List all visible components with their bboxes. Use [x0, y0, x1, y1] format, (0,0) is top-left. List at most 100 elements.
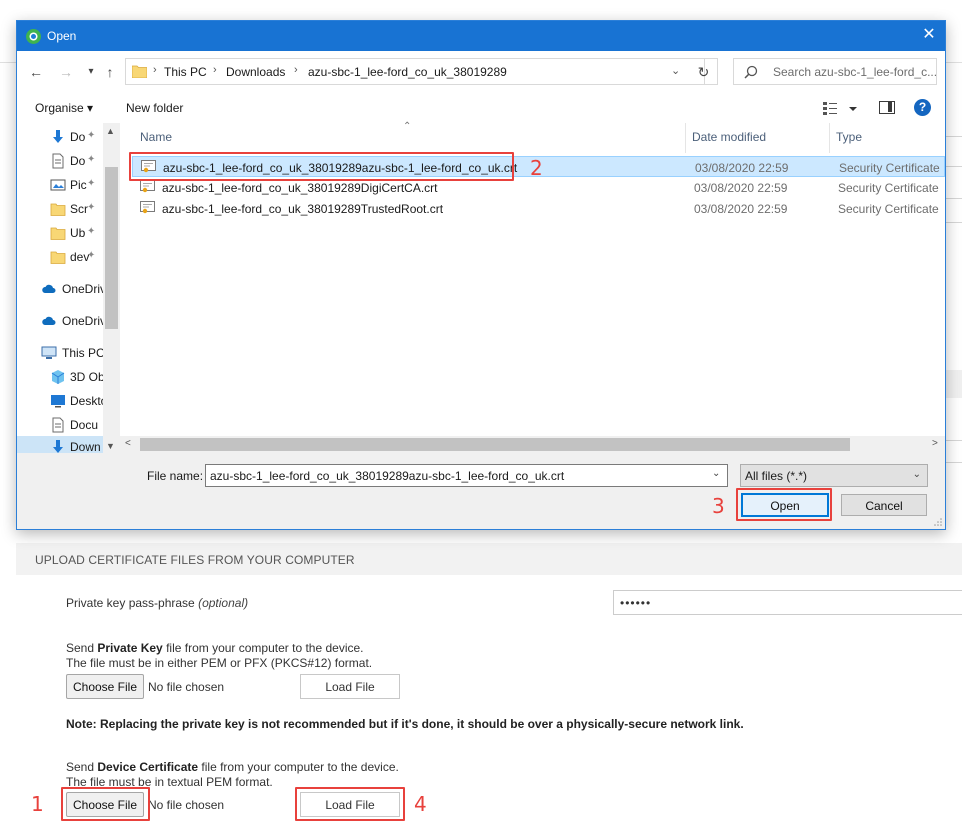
nav-item-label: This PC [62, 346, 105, 360]
nav-item-documents-quick[interactable]: Do ✦ [17, 150, 105, 172]
file-type: Security Certificate [838, 181, 939, 195]
pictures-icon [50, 179, 66, 191]
address-separator: › [153, 64, 157, 76]
pin-icon: ✦ [87, 154, 96, 165]
file-name-input[interactable]: azu-sbc-1_lee-ford_co_uk_38019289azu-sbc… [205, 464, 728, 487]
search-input[interactable]: Search azu-sbc-1_lee-ford_c... [733, 58, 937, 85]
folder-icon [132, 65, 147, 78]
nav-item-onedrive-1[interactable]: OneDriv [17, 278, 107, 300]
nav-item-label: 3D Ob [70, 370, 105, 384]
annotation-number-1: 1 [31, 792, 44, 816]
file-row[interactable]: azu-sbc-1_lee-ford_co_uk_38019289Trusted… [132, 198, 945, 219]
annotation-box-3 [736, 488, 832, 521]
nav-item-screenshots-quick[interactable]: Scr ✦ [17, 198, 105, 220]
file-list-horizontal-scrollbar[interactable]: < > [120, 436, 945, 453]
certificate-icon [140, 180, 155, 193]
nav-item-this-pc[interactable]: This PC [17, 342, 105, 364]
device-cert-line1: Send Device Certificate file from your c… [66, 760, 399, 775]
pin-icon: ✦ [87, 226, 96, 237]
scrollbar-thumb[interactable] [140, 438, 850, 451]
device-cert-line1-post: file from your computer to the device. [198, 760, 399, 774]
passphrase-label: Private key pass-phrase (optional) [66, 596, 248, 610]
annotation-number-3: 3 [712, 494, 725, 518]
page-divider [946, 440, 962, 441]
address-segment-this-pc[interactable]: This PC [164, 65, 207, 79]
file-name-dropdown-chevron-icon[interactable]: ⌄ [712, 468, 720, 479]
cube-icon [51, 370, 65, 384]
pin-icon: ✦ [87, 202, 96, 213]
page-divider [946, 462, 962, 463]
file-date: 03/08/2020 22:59 [694, 181, 788, 195]
private-key-choose-file-button[interactable]: Choose File [66, 674, 144, 699]
column-header-date[interactable]: Date modified [686, 123, 829, 153]
private-key-description: Send Private Key file from your computer… [66, 641, 372, 671]
new-folder-button[interactable]: New folder [126, 101, 183, 115]
cloud-icon [42, 316, 56, 325]
annotation-box-4 [295, 787, 405, 821]
page-divider [946, 136, 962, 137]
device-cert-line1-bold: Device Certificate [97, 760, 199, 774]
nav-item-label: Do [70, 154, 86, 168]
column-header-type[interactable]: Type [830, 123, 945, 153]
organise-menu-button[interactable]: Organise ▾ [35, 101, 93, 115]
search-icon [744, 65, 758, 79]
private-key-line1-post: file from your computer to the device. [162, 641, 364, 655]
dialog-toolbar: Organise ▾ New folder ? [17, 93, 945, 123]
nav-item-onedrive-2[interactable]: OneDriv [17, 310, 106, 332]
help-icon[interactable]: ? [914, 99, 931, 116]
address-bar[interactable]: › This PC › Downloads › azu-sbc-1_lee-fo… [125, 58, 705, 85]
pin-icon: ✦ [87, 178, 96, 189]
resize-grip-icon[interactable] [933, 517, 943, 527]
scroll-right-icon[interactable]: > [932, 438, 938, 449]
nav-item-label: OneDriv [62, 282, 107, 296]
pin-icon: ✦ [87, 130, 96, 141]
annotation-number-4: 4 [414, 792, 427, 816]
document-icon [52, 417, 64, 433]
device-cert-description: Send Device Certificate file from your c… [66, 760, 399, 790]
address-segment-current-folder[interactable]: azu-sbc-1_lee-ford_co_uk_38019289 [308, 65, 507, 79]
nav-item-label: Down [70, 440, 101, 454]
download-arrow-icon [53, 130, 63, 143]
back-arrow-icon[interactable]: ← [27, 63, 45, 81]
address-separator: › [213, 64, 217, 76]
up-arrow-icon[interactable]: ↑ [101, 63, 119, 81]
nav-item-documents[interactable]: Docu [17, 414, 105, 436]
file-type: Security Certificate [838, 202, 939, 216]
address-separator: › [294, 64, 298, 76]
nav-item-3d-objects[interactable]: 3D Ob [17, 366, 105, 388]
private-key-line1: Send Private Key file from your computer… [66, 641, 372, 656]
refresh-icon[interactable]: ↻ [690, 58, 718, 85]
passphrase-input[interactable]: •••••• [613, 590, 962, 615]
desktop-icon [51, 395, 65, 408]
private-key-load-file-button[interactable]: Load File [300, 674, 400, 699]
folder-icon [50, 251, 66, 264]
forward-arrow-icon[interactable]: → [57, 63, 75, 81]
preview-pane-icon[interactable] [879, 101, 895, 114]
file-type-select[interactable]: All files (*.*) ⌄ [740, 464, 928, 487]
address-dropdown-chevron-icon[interactable]: ⌄ [671, 64, 680, 77]
upload-section-title: UPLOAD CERTIFICATE FILES FROM YOUR COMPU… [35, 553, 355, 567]
recent-locations-chevron-icon[interactable]: ▾ [82, 63, 100, 81]
scroll-left-icon[interactable]: < [125, 438, 131, 449]
nav-item-dev-quick[interactable]: dev ✦ [17, 246, 105, 268]
scroll-up-icon[interactable]: ▲ [106, 126, 115, 136]
scroll-down-icon[interactable]: ▼ [106, 441, 115, 451]
view-options-icon[interactable] [823, 100, 861, 116]
nav-item-downloads-quick[interactable]: Do ✦ [17, 126, 105, 148]
file-type: Security Certificate [839, 161, 940, 175]
file-date: 03/08/2020 22:59 [695, 161, 789, 175]
passphrase-optional-text: (optional) [198, 596, 249, 610]
page-divider [946, 198, 962, 199]
nav-item-pictures-quick[interactable]: Pic ✦ [17, 174, 105, 196]
nav-pane-scrollbar[interactable]: ▲ ▼ [103, 123, 120, 458]
folder-icon [50, 203, 66, 216]
nav-item-desktop[interactable]: Deskto [17, 390, 107, 412]
scrollbar-thumb[interactable] [105, 167, 118, 329]
nav-item-ubuntu-quick[interactable]: Ub ✦ [17, 222, 105, 244]
cancel-button[interactable]: Cancel [841, 494, 927, 516]
close-icon[interactable]: ✕ [919, 25, 939, 45]
annotation-box-1 [61, 787, 150, 821]
address-segment-downloads[interactable]: Downloads [226, 65, 285, 79]
column-header-name[interactable]: Name [134, 123, 684, 153]
dialog-titlebar[interactable]: Open ✕ [17, 21, 945, 51]
